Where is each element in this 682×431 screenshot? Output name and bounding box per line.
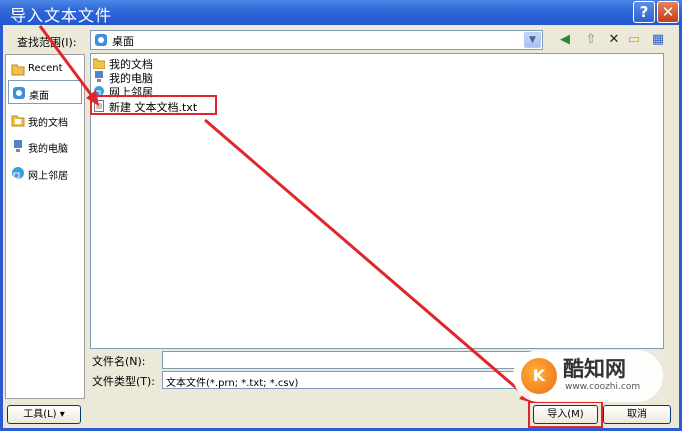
watermark-brand: 酷知网	[563, 357, 626, 381]
watermark-logo: K	[521, 358, 557, 394]
watermark-url: www.coozhi.com	[565, 382, 641, 392]
annotation-arrow-line	[204, 118, 529, 400]
annotation-arrow-line	[38, 25, 97, 101]
watermark: K 酷知网 www.coozhi.com	[513, 350, 663, 402]
